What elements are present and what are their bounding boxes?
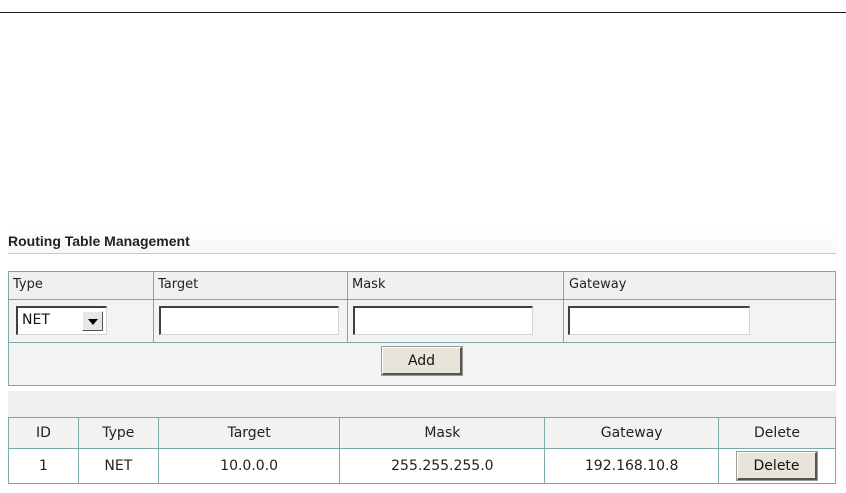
- routing-table: ID Type Target Mask Gateway Delete 1 NET…: [8, 417, 836, 484]
- section-title: Routing Table Management: [8, 229, 836, 254]
- gateway-label: Gateway: [569, 277, 627, 292]
- spacer-band: [8, 391, 836, 417]
- table-header-row: ID Type Target Mask Gateway Delete: [8, 417, 836, 449]
- cell-id: 1: [8, 448, 79, 484]
- type-select-value: NET: [22, 312, 50, 328]
- add-route-form: Type Target Mask Gateway NET Add: [8, 271, 836, 386]
- target-input[interactable]: [159, 306, 339, 335]
- target-label: Target: [158, 277, 199, 292]
- form-header-row: [9, 272, 835, 300]
- col-divider: [563, 272, 564, 342]
- delete-button[interactable]: Delete: [736, 451, 819, 481]
- cell-mask: 255.255.255.0: [339, 448, 546, 484]
- col-header-mask: Mask: [339, 417, 546, 449]
- table-row: 1 NET 10.0.0.0 255.255.255.0 192.168.10.…: [8, 448, 836, 484]
- type-select[interactable]: NET: [16, 306, 107, 335]
- cell-gateway: 192.168.10.8: [544, 448, 720, 484]
- col-header-gateway: Gateway: [544, 417, 720, 449]
- cell-target: 10.0.0.0: [157, 448, 341, 484]
- col-header-target: Target: [157, 417, 341, 449]
- cell-delete: Delete: [718, 448, 836, 484]
- col-divider: [153, 272, 154, 342]
- mask-label: Mask: [352, 277, 386, 292]
- form-divider: [9, 342, 835, 343]
- chevron-down-icon[interactable]: [82, 311, 103, 331]
- top-divider: [0, 12, 846, 13]
- col-header-id: ID: [8, 417, 79, 449]
- type-label: Type: [13, 277, 43, 292]
- col-divider: [347, 272, 348, 342]
- section-title-text: Routing Table Management: [8, 233, 190, 249]
- gateway-input[interactable]: [568, 306, 750, 335]
- col-header-type: Type: [77, 417, 159, 449]
- add-button[interactable]: Add: [381, 346, 463, 376]
- col-header-delete: Delete: [718, 417, 836, 449]
- mask-input[interactable]: [353, 306, 533, 335]
- cell-type: NET: [77, 448, 159, 484]
